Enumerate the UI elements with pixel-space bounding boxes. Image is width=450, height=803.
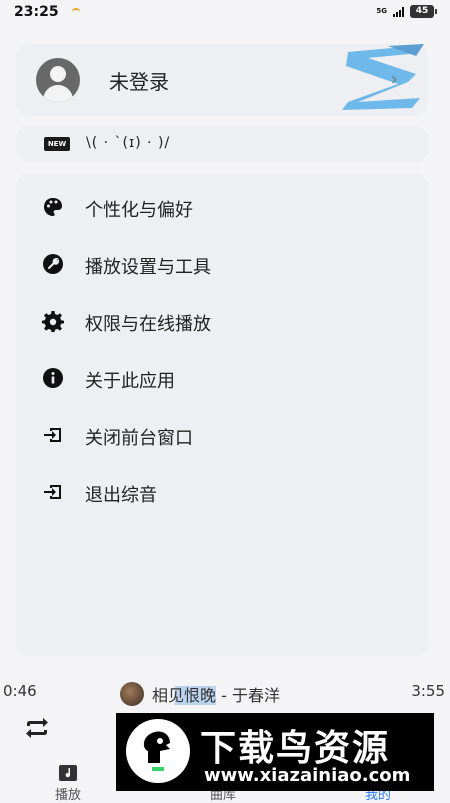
signal-icon — [393, 6, 404, 17]
tab-label: 播放 — [54, 788, 81, 803]
battery-icon: 45 — [410, 5, 437, 18]
menu-item-permissions[interactable]: 权限与在线播放 — [16, 296, 428, 346]
status-indicators: 5G 45 — [376, 5, 437, 18]
menu-item-close-foreground[interactable]: 关闭前台窗口 — [16, 410, 428, 460]
mini-player[interactable]: 0:46 相见恨晚 - 于春洋 3:55 — [0, 676, 450, 706]
menu-item-exit-app[interactable]: 退出综音 — [16, 467, 428, 517]
gear-icon — [42, 311, 64, 332]
wrench-icon — [43, 254, 63, 274]
menu-item-label: 关于此应用 — [85, 371, 175, 392]
menu-item-label: 关闭前台窗口 — [85, 428, 193, 449]
login-card[interactable]: 未登录 › — [16, 44, 428, 116]
watermark-banner: 下载鸟资源 www.xiazainiao.com — [116, 713, 434, 791]
new-badge: NEW — [44, 137, 70, 151]
artist-name: 于春洋 — [231, 686, 280, 705]
login-status[interactable]: 未登录 — [109, 66, 169, 95]
menu-item-about[interactable]: 关于此应用 — [16, 353, 428, 403]
network-type: 5G — [376, 7, 387, 15]
menu-item-label: 权限与在线播放 — [85, 314, 211, 335]
menu-item-label: 个性化与偏好 — [85, 200, 193, 221]
palette-icon — [44, 198, 62, 216]
chevron-right-icon: › — [390, 69, 398, 90]
title-separator: - — [216, 686, 232, 705]
app-logo-icon — [342, 44, 424, 110]
status-bar: 23:25 5G 45 — [0, 0, 450, 26]
notification-icon — [72, 8, 80, 16]
info-icon — [43, 368, 63, 388]
duration-time: 3:55 — [411, 682, 445, 700]
motd-card: NEW \( · `(ɪ) · )/ — [16, 126, 428, 162]
watermark-title: 下载鸟资源 — [200, 728, 391, 769]
menu-item-personalization[interactable]: 个性化与偏好 — [16, 182, 428, 232]
repeat-icon[interactable] — [24, 716, 50, 740]
menu-item-label: 播放设置与工具 — [85, 257, 211, 278]
watermark-url: www.xiazainiao.com — [204, 765, 411, 786]
exit-icon — [44, 485, 61, 499]
avatar-icon[interactable] — [36, 58, 80, 102]
motd-text: \( · `(ɪ) · )/ — [86, 135, 171, 151]
music-note-icon — [59, 765, 77, 781]
now-playing[interactable]: 相见恨晚 - 于春洋 — [152, 682, 280, 706]
menu-item-label: 退出综音 — [85, 485, 157, 506]
album-art[interactable] — [120, 682, 144, 706]
tab-play[interactable]: 播放 — [28, 760, 108, 803]
exit-icon — [44, 428, 61, 442]
menu-item-playback-settings[interactable]: 播放设置与工具 — [16, 239, 428, 289]
settings-menu: 个性化与偏好 播放设置与工具 权限与在线播放 关于此应用 关闭前台窗口 退出综音 — [16, 174, 428, 656]
bird-logo-icon — [126, 719, 190, 783]
elapsed-time: 0:46 — [3, 682, 37, 700]
song-title: 相见恨晚 — [152, 686, 217, 705]
status-time: 23:25 — [14, 4, 59, 20]
